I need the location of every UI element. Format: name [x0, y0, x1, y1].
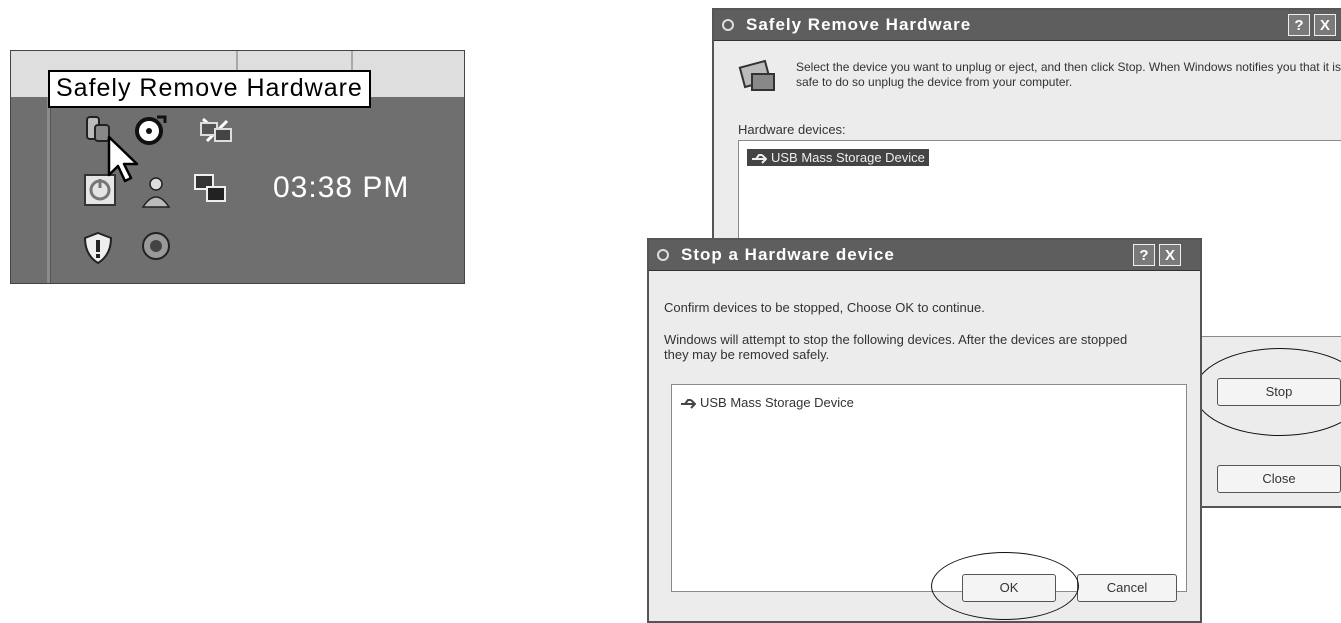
close-button[interactable]: X: [1159, 244, 1181, 266]
help-button[interactable]: ?: [1288, 14, 1310, 36]
mouse-cursor-icon: [107, 135, 139, 183]
network-icon[interactable]: [199, 113, 233, 147]
title-bar: Safely Remove Hardware ? X: [714, 10, 1341, 41]
warning-text: Windows will attempt to stop the followi…: [664, 332, 1128, 362]
tray-divider: [47, 97, 51, 283]
list-item[interactable]: USB Mass Storage Device: [747, 149, 929, 166]
user-icon[interactable]: [139, 175, 173, 209]
monitor-icon[interactable]: [193, 173, 227, 207]
stop-hardware-device-dialog: Stop a Hardware device ? X Confirm devic…: [647, 238, 1202, 623]
instruction-text: Select the device you want to unplug or …: [796, 60, 1341, 89]
dialog-title: Stop a Hardware device: [681, 245, 895, 264]
speaker-icon[interactable]: [139, 229, 173, 263]
help-button[interactable]: ?: [1133, 244, 1155, 266]
list-item[interactable]: USB Mass Storage Device: [680, 395, 854, 410]
window-icon: [657, 249, 669, 261]
device-name: USB Mass Storage Device: [700, 395, 854, 410]
hardware-devices-label: Hardware devices:: [738, 122, 846, 137]
title-bar: Stop a Hardware device ? X: [649, 240, 1200, 271]
confirm-text: Confirm devices to be stopped, Choose OK…: [664, 300, 985, 315]
dialog-title: Safely Remove Hardware: [746, 15, 972, 34]
window-icon: [722, 19, 734, 31]
shield-icon[interactable]: [81, 231, 115, 265]
usb-icon: [752, 153, 767, 164]
tray-clock[interactable]: 03:38 PM: [273, 171, 409, 205]
hardware-icon: [738, 59, 775, 91]
cancel-button[interactable]: Cancel: [1077, 574, 1177, 602]
devices-to-stop-list[interactable]: USB Mass Storage Device: [671, 384, 1187, 592]
close-button[interactable]: X: [1314, 14, 1336, 36]
tooltip: Safely Remove Hardware: [48, 70, 371, 108]
usb-icon: [681, 398, 696, 409]
stop-button[interactable]: Stop: [1217, 378, 1341, 406]
device-name: USB Mass Storage Device: [771, 150, 925, 165]
ok-button[interactable]: OK: [962, 574, 1056, 602]
close-dialog-button[interactable]: Close: [1217, 465, 1341, 493]
